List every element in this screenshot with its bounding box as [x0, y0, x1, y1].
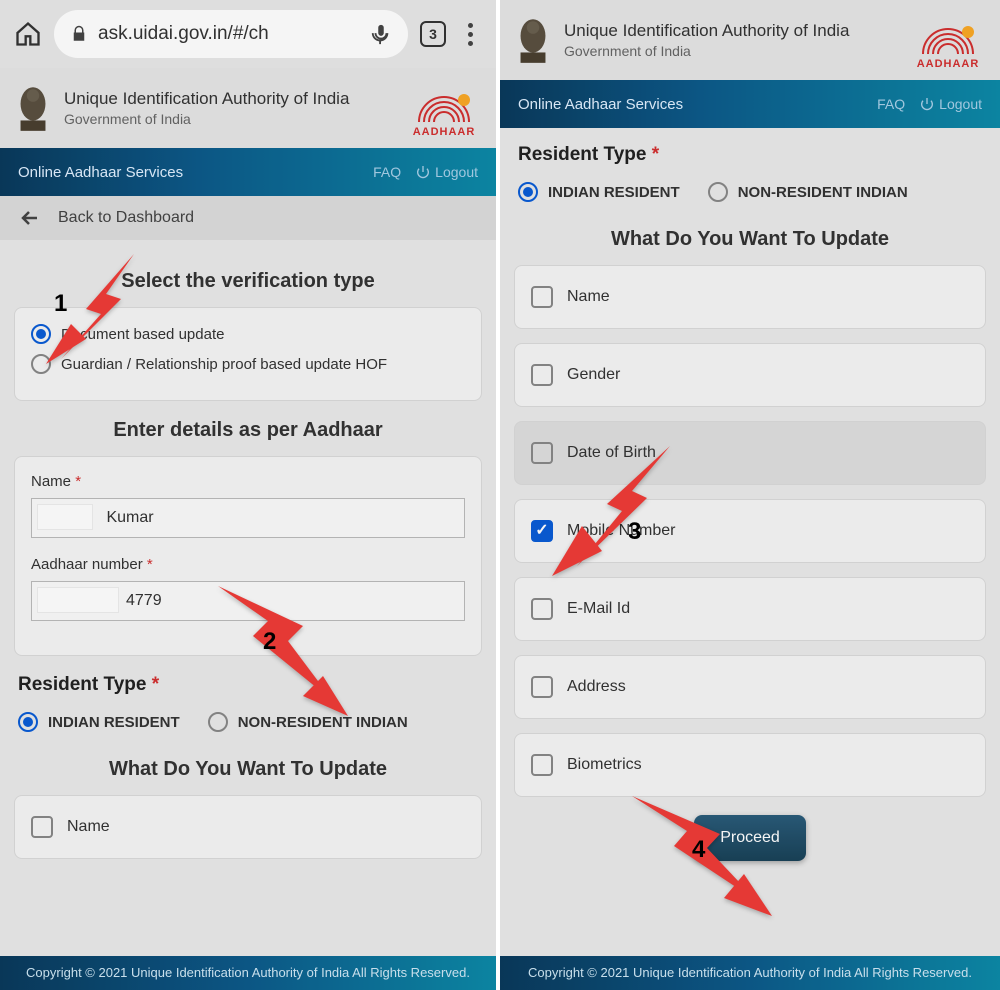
resident-type-group: INDIAN RESIDENT NON-RESIDENT INDIAN [14, 704, 482, 740]
verify-card: Document based update Guardian / Relatio… [14, 307, 482, 401]
radio-icon [31, 324, 51, 344]
update-section-title: What Do You Want To Update [514, 228, 986, 251]
footer: Copyright © 2021 Unique Identification A… [500, 956, 1000, 990]
name-input[interactable] [31, 498, 465, 538]
url-bar[interactable]: ask.uidai.gov.in/#/ch [54, 10, 408, 58]
checkbox-icon [531, 520, 553, 542]
url-text: ask.uidai.gov.in/#/ch [98, 23, 269, 45]
radio-icon [708, 182, 728, 202]
site-header: Unique Identification Authority of India… [500, 0, 1000, 80]
radio-icon [208, 712, 228, 732]
back-arrow-icon [18, 206, 42, 230]
site-subtitle: Government of India [564, 43, 898, 59]
lock-icon [70, 25, 88, 43]
faq-link[interactable]: FAQ [373, 164, 401, 180]
radio-indian-resident[interactable]: INDIAN RESIDENT [518, 182, 680, 202]
radio-icon [18, 712, 38, 732]
check-email[interactable]: E-Mail Id [514, 577, 986, 641]
aadhaar-logo-icon: AADHAAR [908, 10, 988, 70]
checkbox-icon [531, 754, 553, 776]
site-title: Unique Identification Authority of India [64, 89, 394, 109]
logout-link[interactable]: Logout [919, 96, 982, 112]
site-header: Unique Identification Authority of India… [0, 68, 496, 148]
update-section-title: What Do You Want To Update [14, 758, 482, 781]
india-emblem-icon [12, 81, 54, 135]
browser-chrome: ask.uidai.gov.in/#/ch 3 [0, 0, 496, 68]
radio-document-update[interactable]: Document based update [31, 324, 465, 344]
breadcrumb[interactable]: Back to Dashboard [0, 196, 496, 240]
checkbox-icon [531, 364, 553, 386]
radio-nri[interactable]: NON-RESIDENT INDIAN [208, 712, 408, 732]
radio-guardian-update[interactable]: Guardian / Relationship proof based upda… [31, 354, 465, 374]
power-icon [919, 96, 935, 112]
verify-section-title: Select the verification type [14, 270, 482, 293]
site-subtitle: Government of India [64, 111, 394, 127]
redaction-block [37, 587, 119, 613]
checkbox-icon [31, 816, 53, 838]
nav-title: Online Aadhaar Services [18, 164, 359, 181]
redaction-block [37, 504, 93, 530]
radio-icon [518, 182, 538, 202]
resident-type-group: INDIAN RESIDENT NON-RESIDENT INDIAN [514, 174, 986, 210]
faq-link[interactable]: FAQ [877, 96, 905, 112]
resident-section-title: Resident Type * [14, 674, 482, 696]
name-label: Name * [31, 473, 465, 490]
check-gender[interactable]: Gender [514, 343, 986, 407]
nav-title: Online Aadhaar Services [518, 96, 863, 113]
right-content: Resident Type * INDIAN RESIDENT NON-RESI… [500, 128, 1000, 883]
breadcrumb-label: Back to Dashboard [58, 209, 194, 227]
more-menu-icon[interactable] [458, 23, 482, 46]
check-dob[interactable]: Date of Birth [514, 421, 986, 485]
details-card: Name * Aadhaar number * [14, 456, 482, 656]
site-title: Unique Identification Authority of India [564, 21, 898, 41]
check-name[interactable]: Name [514, 265, 986, 329]
check-name[interactable]: Name [14, 795, 482, 859]
nav-bar: Online Aadhaar Services FAQ Logout [0, 148, 496, 196]
check-mobile[interactable]: Mobile Number [514, 499, 986, 563]
home-icon[interactable] [14, 20, 42, 48]
checkbox-icon [531, 286, 553, 308]
checkbox-icon [531, 676, 553, 698]
footer: Copyright © 2021 Unique Identification A… [0, 956, 496, 990]
right-screenshot: Unique Identification Authority of India… [500, 0, 1000, 990]
aadhaar-logo-icon: AADHAAR [404, 78, 484, 138]
radio-indian-resident[interactable]: INDIAN RESIDENT [18, 712, 180, 732]
proceed-button[interactable]: Proceed [694, 815, 806, 861]
check-address[interactable]: Address [514, 655, 986, 719]
mic-icon[interactable] [370, 23, 392, 45]
checkbox-icon [531, 598, 553, 620]
details-section-title: Enter details as per Aadhaar [14, 419, 482, 442]
radio-nri[interactable]: NON-RESIDENT INDIAN [708, 182, 908, 202]
power-icon [415, 164, 431, 180]
resident-section-title: Resident Type * [514, 144, 986, 166]
aadhaar-label: Aadhaar number * [31, 556, 465, 573]
checkbox-icon [531, 442, 553, 464]
radio-icon [31, 354, 51, 374]
logout-link[interactable]: Logout [415, 164, 478, 180]
check-biometrics[interactable]: Biometrics [514, 733, 986, 797]
tabs-button[interactable]: 3 [420, 21, 446, 47]
india-emblem-icon [512, 13, 554, 67]
left-content: Select the verification type Document ba… [0, 240, 496, 871]
left-screenshot: ask.uidai.gov.in/#/ch 3 Unique Identific… [0, 0, 500, 990]
nav-bar: Online Aadhaar Services FAQ Logout [500, 80, 1000, 128]
